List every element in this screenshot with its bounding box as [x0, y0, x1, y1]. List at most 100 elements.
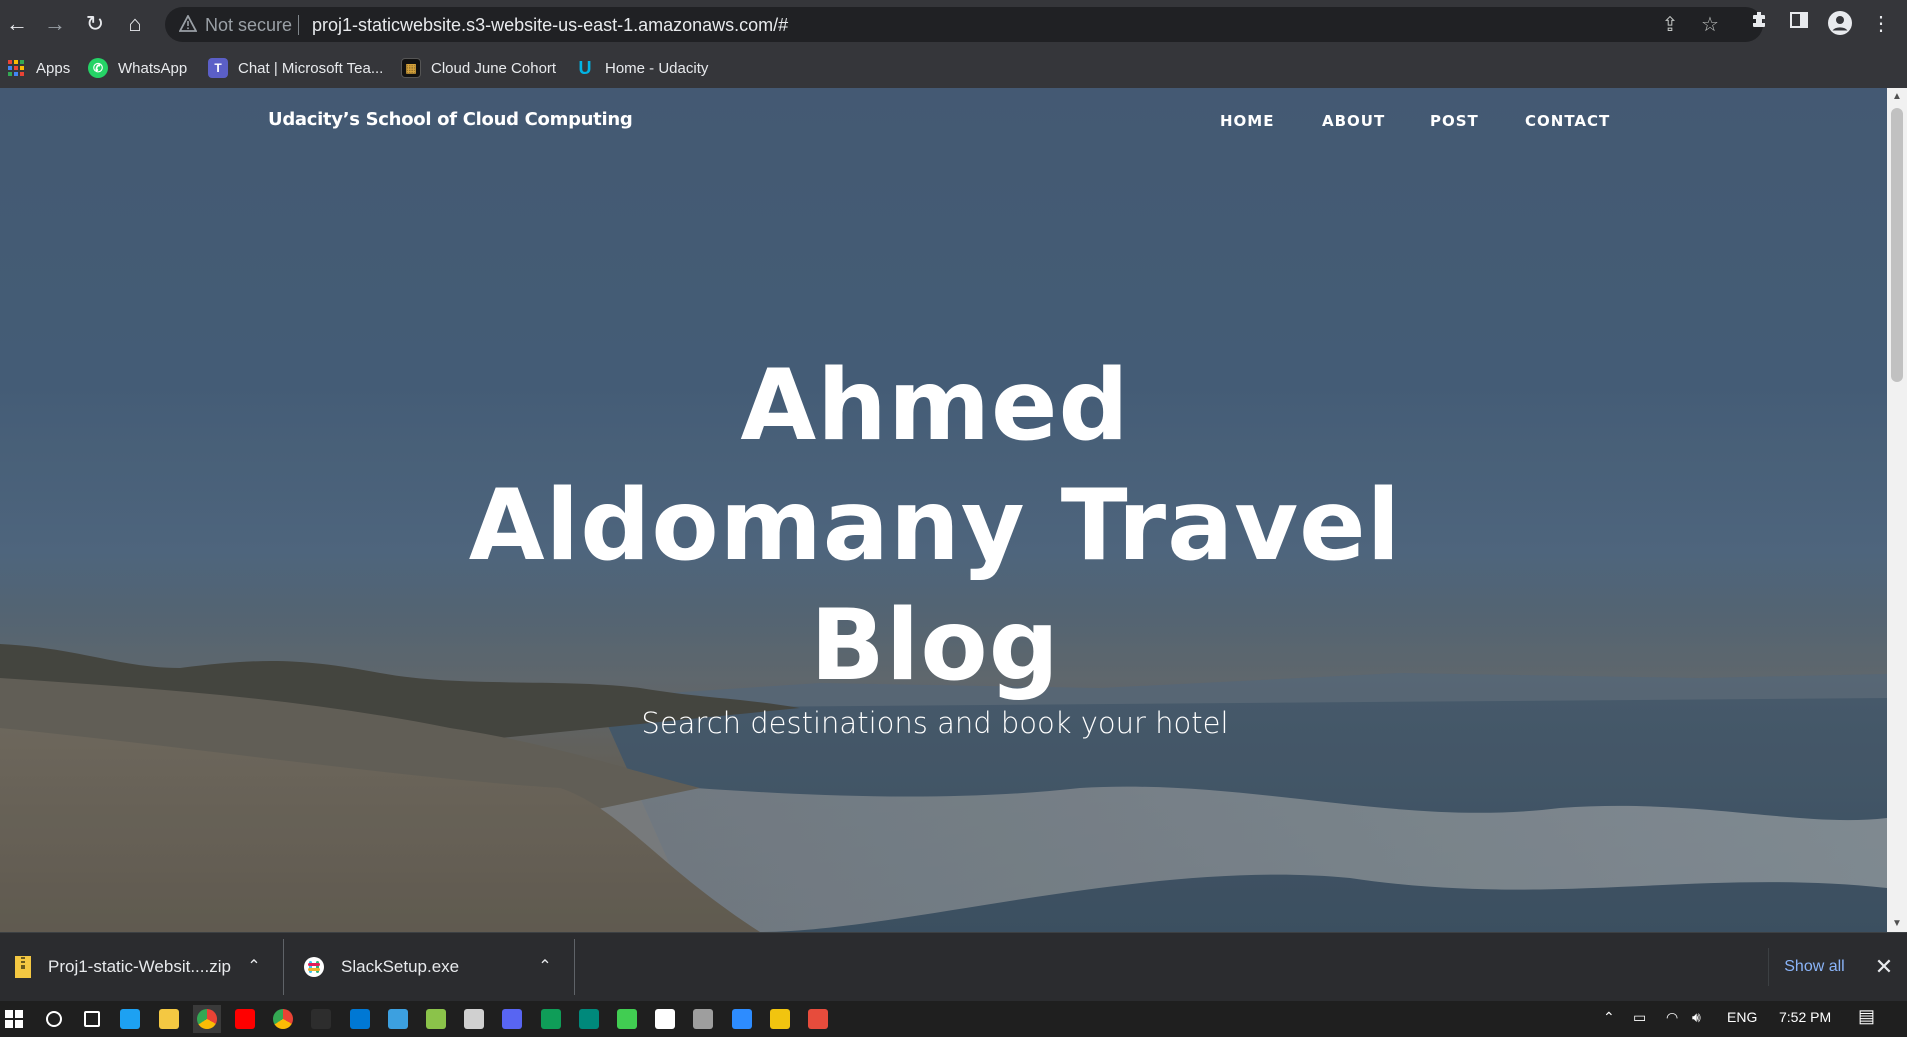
- download-divider: [574, 939, 575, 995]
- photos-glyph: [464, 1009, 484, 1029]
- battery-icon[interactable]: ▭: [1633, 1009, 1646, 1026]
- bookmark-apps[interactable]: Apps: [6, 54, 70, 82]
- hero-title-line: Blog: [810, 589, 1060, 703]
- share-icon[interactable]: ⇪: [1658, 13, 1682, 37]
- side-panel-icon[interactable]: [1785, 10, 1813, 38]
- url-text[interactable]: proj1-staticwebsite.s3-website-us-east-1…: [312, 15, 788, 36]
- download-filename: Proj1-static-Websit....zip: [48, 957, 231, 976]
- slack-icon: [304, 957, 324, 977]
- wifi-icon[interactable]: ◠: [1666, 1009, 1678, 1026]
- vscode-icon[interactable]: [346, 1005, 374, 1033]
- extensions-icon[interactable]: [1745, 10, 1773, 38]
- page-scrollbar[interactable]: ▲ ▼: [1887, 88, 1907, 932]
- close-icon[interactable]: ✕: [1870, 953, 1898, 981]
- nav-contact[interactable]: CONTACT: [1525, 112, 1610, 130]
- zoom-icon[interactable]: [728, 1005, 756, 1033]
- chevron-up-icon[interactable]: ⌃: [533, 955, 557, 979]
- site-navbar: Udacity’s School of Cloud Computing HOME…: [0, 88, 1887, 158]
- bookmark-label: Cloud June Cohort: [431, 59, 557, 77]
- scroll-up-arrow-icon[interactable]: ▲: [1887, 88, 1907, 105]
- star-icon[interactable]: ☆: [1698, 13, 1722, 37]
- zip-file-icon: [15, 956, 31, 978]
- teams-icon: T: [208, 58, 228, 78]
- hero-title-line: Ahmed: [740, 349, 1130, 463]
- chrome-alt-icon[interactable]: [269, 1005, 297, 1033]
- search-glyph: [46, 1011, 62, 1027]
- notepad-icon[interactable]: [422, 1005, 450, 1033]
- security-label[interactable]: Not secure: [205, 15, 292, 36]
- vpn-glyph: [655, 1009, 675, 1029]
- bookmark-label: Apps: [36, 59, 71, 77]
- terminal-glyph: [311, 1009, 331, 1029]
- show-all-downloads-button[interactable]: Show all: [1768, 948, 1860, 986]
- photos-icon[interactable]: [460, 1005, 488, 1033]
- hero-title-line: Aldomany Travel: [468, 469, 1402, 583]
- tray-overflow-icon[interactable]: ⌃: [1603, 1009, 1615, 1026]
- notepad-glyph: [426, 1009, 446, 1029]
- nav-post[interactable]: POST: [1430, 112, 1479, 130]
- scrollbar-thumb[interactable]: [1891, 108, 1903, 382]
- meet-icon[interactable]: [575, 1005, 603, 1033]
- hero-subtitle: Search destinations and book your hotel: [641, 706, 1229, 740]
- search-icon[interactable]: [40, 1005, 68, 1033]
- page-viewport: Udacity’s School of Cloud Computing HOME…: [0, 88, 1887, 932]
- headset-icon[interactable]: [689, 1005, 717, 1033]
- app-blue-icon[interactable]: [384, 1005, 412, 1033]
- menu-icon[interactable]: ⋮: [1867, 10, 1895, 38]
- vpn-icon[interactable]: [651, 1005, 679, 1033]
- discord-glyph: [502, 1009, 522, 1029]
- terminal-icon[interactable]: [307, 1005, 335, 1033]
- chrome-glyph: [197, 1009, 217, 1029]
- scroll-down-arrow-icon[interactable]: ▼: [1887, 915, 1907, 932]
- home-button[interactable]: ⌂: [120, 9, 150, 39]
- language-indicator[interactable]: ENG: [1727, 1009, 1757, 1025]
- downloads-bar: Proj1-static-Websit....zip ⌃ SlackSetup.…: [0, 932, 1907, 1001]
- warning-icon[interactable]: [179, 15, 197, 33]
- chevron-up-icon[interactable]: ⌃: [242, 955, 266, 979]
- download-divider: [283, 939, 284, 995]
- bookmark-label: Home - Udacity: [605, 59, 709, 77]
- profile-icon[interactable]: [1826, 10, 1854, 38]
- qt-icon[interactable]: [613, 1005, 641, 1033]
- messages-icon[interactable]: [537, 1005, 565, 1033]
- nav-about[interactable]: ABOUT: [1322, 112, 1385, 130]
- forward-button[interactable]: →: [40, 9, 70, 39]
- bookmark-cloud-june-cohort[interactable]: ▦ Cloud June Cohort: [401, 54, 556, 82]
- windows-start-icon[interactable]: [0, 1005, 28, 1033]
- address-bar[interactable]: Not secure proj1-staticwebsite.s3-websit…: [165, 7, 1763, 42]
- meet-glyph: [579, 1009, 599, 1029]
- bookmark-teams[interactable]: T Chat | Microsoft Tea...: [208, 54, 383, 82]
- file-explorer-glyph: [159, 1009, 179, 1029]
- chrome-icon[interactable]: [193, 1005, 221, 1033]
- nav-home[interactable]: HOME: [1220, 112, 1274, 130]
- download-item-slack[interactable]: SlackSetup.exe: [303, 933, 459, 1001]
- youtube-icon[interactable]: [231, 1005, 259, 1033]
- app-blue-glyph: [388, 1009, 408, 1029]
- vscode-glyph: [350, 1009, 370, 1029]
- whatsapp-icon: ✆: [88, 58, 108, 78]
- clock[interactable]: 7:52 PM: [1779, 1009, 1831, 1025]
- download-filename: SlackSetup.exe: [341, 957, 460, 976]
- task-view-icon[interactable]: [78, 1005, 106, 1033]
- bookmark-whatsapp[interactable]: ✆ WhatsApp: [88, 54, 187, 82]
- qt-glyph: [617, 1009, 637, 1029]
- file-explorer-icon[interactable]: [155, 1005, 183, 1033]
- bookmark-udacity[interactable]: U Home - Udacity: [575, 54, 709, 82]
- person-app-icon[interactable]: [804, 1005, 832, 1033]
- discord-icon[interactable]: [498, 1005, 526, 1033]
- windows-taskbar: ⌃ ▭ ◠ 🔊︎ ENG 7:52 PM ▤: [0, 1001, 1907, 1037]
- person-app-glyph: [808, 1009, 828, 1029]
- apps-grid-icon: [6, 58, 26, 78]
- udacity-icon: U: [578, 57, 592, 78]
- download-item-zip[interactable]: Proj1-static-Websit....zip: [14, 933, 231, 1001]
- volume-icon[interactable]: 🔊︎: [1692, 1009, 1701, 1026]
- bookmark-label: WhatsApp: [118, 59, 188, 77]
- edge-icon[interactable]: [116, 1005, 144, 1033]
- git-icon[interactable]: [766, 1005, 794, 1033]
- notifications-icon[interactable]: ▤: [1858, 1006, 1875, 1027]
- back-button[interactable]: ←: [2, 9, 32, 39]
- site-brand[interactable]: Udacity’s School of Cloud Computing: [268, 109, 633, 130]
- address-separator: [298, 15, 299, 35]
- bookmarks-bar: Apps ✆ WhatsApp T Chat | Microsoft Tea..…: [0, 48, 1907, 88]
- reload-button[interactable]: ↻: [80, 9, 110, 39]
